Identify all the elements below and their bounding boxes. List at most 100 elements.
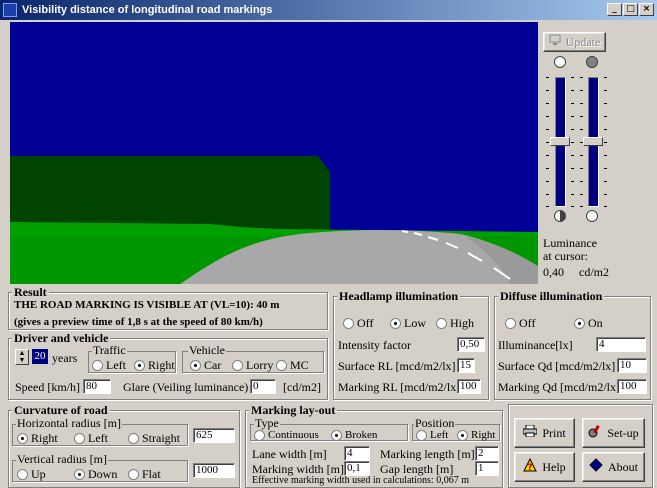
headlamp-off-radio[interactable]: Off xyxy=(343,316,373,330)
help-icon: ? xyxy=(523,457,538,476)
horizontal-straight-radio[interactable]: Straight xyxy=(128,431,180,445)
diffuse-on-radio[interactable]: On xyxy=(574,316,603,330)
speed-input[interactable]: 80 xyxy=(83,379,111,394)
vertical-flat-label: Flat xyxy=(142,467,161,481)
horizontal-left-label: Left xyxy=(88,431,108,445)
traffic-right-radio[interactable]: Right xyxy=(134,358,175,372)
glare-input[interactable]: 0 xyxy=(250,379,276,394)
vertical-radius-legend: Vertical radius [m] xyxy=(16,452,108,466)
horizontal-radius-input[interactable]: 625 xyxy=(193,428,235,443)
headlamp-off-label: Off xyxy=(357,316,374,330)
age-spinner-icon[interactable]: ▲ ▼ xyxy=(15,349,29,365)
type-broken-label: Broken xyxy=(345,429,378,441)
print-button[interactable]: Print xyxy=(514,418,575,448)
traffic-legend: Traffic xyxy=(92,343,127,357)
marking-qd-input[interactable]: 100 xyxy=(617,379,647,394)
radio-dot xyxy=(505,317,516,329)
position-right-radio[interactable]: Right xyxy=(457,428,495,442)
vertical-down-radio[interactable]: Down xyxy=(74,467,117,481)
vehicle-lorry-radio[interactable]: Lorry xyxy=(232,358,273,372)
position-left-radio[interactable]: Left xyxy=(416,428,448,442)
radio-dot-selected xyxy=(134,359,145,371)
minimize-button[interactable]: _ xyxy=(607,3,622,16)
traffic-left-radio[interactable]: Left xyxy=(92,358,126,372)
light-indicator-icon xyxy=(586,210,598,222)
age-input[interactable]: 20 xyxy=(32,349,48,364)
intensity-input[interactable]: 0,50 xyxy=(457,337,485,352)
vertical-flat-radio[interactable]: Flat xyxy=(128,467,161,481)
horizontal-straight-label: Straight xyxy=(142,431,180,445)
print-label: Print xyxy=(542,425,566,440)
diffuse-on-label: On xyxy=(588,316,603,330)
update-icon xyxy=(549,34,561,50)
printer-icon xyxy=(522,424,538,441)
gap-length-input[interactable]: 1 xyxy=(475,461,499,476)
vehicle-lorry-label: Lorry xyxy=(246,358,274,372)
position-left-label: Left xyxy=(430,429,449,441)
radio-dot-selected xyxy=(574,317,585,329)
marking-width-input[interactable]: 0,1 xyxy=(344,461,370,476)
result-line-2: (gives a preview time of 1,8 s at the sp… xyxy=(14,316,263,328)
luminance-label: Luminance xyxy=(543,236,597,250)
luminance-cursor-label: at cursor: xyxy=(543,249,588,263)
type-continuous-radio[interactable]: Continuous xyxy=(254,428,319,442)
horizontal-left-radio[interactable]: Left xyxy=(74,431,108,445)
road-scene-image xyxy=(10,22,538,284)
road-scene-view[interactable] xyxy=(10,22,538,284)
help-button[interactable]: ? Help xyxy=(514,452,575,482)
vehicle-car-radio[interactable]: Car xyxy=(190,358,221,372)
radio-dot xyxy=(276,359,287,371)
update-button[interactable]: Update xyxy=(543,32,606,52)
luminance-unit: cd/m2 xyxy=(579,265,609,279)
bright-indicator-icon xyxy=(554,56,566,68)
vertical-up-radio[interactable]: Up xyxy=(17,467,46,481)
diffuse-off-radio[interactable]: Off xyxy=(505,316,535,330)
slider-right-ticks-2 xyxy=(604,77,607,207)
lane-width-label: Lane width [m] xyxy=(252,447,327,461)
surface-rl-input[interactable]: 15 xyxy=(457,358,475,373)
headlamp-low-radio[interactable]: Low xyxy=(390,316,426,330)
vehicle-legend: Vehicle xyxy=(188,343,226,357)
vertical-down-label: Down xyxy=(88,467,118,481)
help-label: Help xyxy=(542,459,566,474)
surface-qd-input[interactable]: 10 xyxy=(617,358,647,373)
horizontal-radius-legend: Horizontal radius [m] xyxy=(16,416,122,430)
headlamp-high-label: High xyxy=(450,316,474,330)
traffic-left-label: Left xyxy=(106,358,126,372)
radio-dot xyxy=(17,468,28,480)
surface-rl-label: Surface RL [mcd/m2/lx] xyxy=(338,359,456,373)
headlamp-high-radio[interactable]: High xyxy=(436,316,474,330)
type-broken-radio[interactable]: Broken xyxy=(331,428,377,442)
position-right-label: Right xyxy=(471,429,496,441)
surface-qd-label: Surface Qd [mcd/m2/lx] xyxy=(498,359,616,373)
svg-text:?: ? xyxy=(528,463,533,472)
dark-indicator-icon xyxy=(586,56,598,68)
about-button[interactable]: About xyxy=(582,452,645,482)
horizontal-right-label: Right xyxy=(31,431,58,445)
marking-length-input[interactable]: 2 xyxy=(475,446,499,461)
radio-dot xyxy=(416,429,427,441)
radio-dot-selected xyxy=(74,468,85,480)
vertical-radius-input[interactable]: 1000 xyxy=(193,463,235,478)
vertical-up-label: Up xyxy=(31,467,46,481)
setup-button[interactable]: Set-up xyxy=(582,418,645,448)
horizontal-right-radio[interactable]: Right xyxy=(17,431,58,445)
marking-qd-label: Marking Qd [mcd/m2/lx] xyxy=(498,380,620,394)
illuminance-input[interactable]: 4 xyxy=(596,337,646,352)
radio-dot-selected xyxy=(390,317,401,329)
radio-dot-selected xyxy=(190,359,201,371)
vehicle-mc-radio[interactable]: MC xyxy=(276,358,309,372)
lane-width-input[interactable]: 4 xyxy=(344,446,370,461)
radio-dot xyxy=(128,468,139,480)
age-unit: years xyxy=(52,351,78,365)
radio-dot xyxy=(343,317,354,329)
glare-unit: [cd/m2] xyxy=(283,380,321,394)
radio-dot xyxy=(74,432,85,444)
luminance-slider-2-thumb[interactable] xyxy=(583,137,603,146)
about-icon xyxy=(589,458,603,476)
close-button[interactable]: × xyxy=(639,3,654,16)
marking-rl-input[interactable]: 100 xyxy=(457,379,481,394)
setup-label: Set-up xyxy=(607,425,639,440)
maximize-button[interactable]: □ xyxy=(623,3,638,16)
luminance-slider-1-thumb[interactable] xyxy=(550,137,570,146)
